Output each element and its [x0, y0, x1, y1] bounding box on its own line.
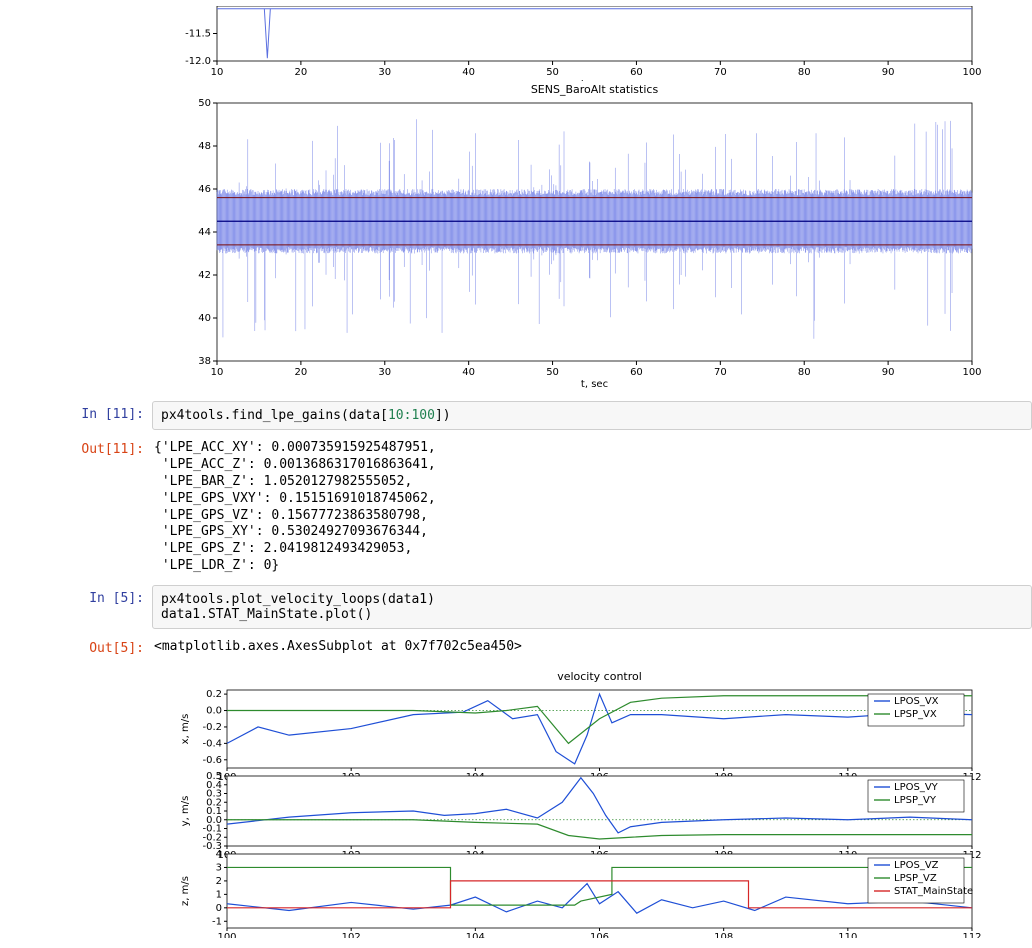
svg-text:-0.2: -0.2	[202, 722, 222, 733]
svg-text:0.5: 0.5	[206, 771, 222, 782]
svg-text:-0.4: -0.4	[202, 738, 222, 749]
svg-text:60: 60	[630, 67, 643, 78]
cell-out-5: Out[5]: <matplotlib.axes.AxesSubplot at …	[44, 635, 1032, 662]
svg-text:LPSP_VX: LPSP_VX	[894, 709, 937, 720]
svg-text:100: 100	[217, 932, 236, 938]
svg-text:80: 80	[798, 367, 811, 378]
svg-text:10: 10	[211, 67, 224, 78]
code-input-5[interactable]: px4tools.plot_velocity_loops(data1) data…	[152, 585, 1032, 629]
svg-text:2: 2	[216, 876, 222, 887]
svg-text:40: 40	[462, 367, 475, 378]
svg-text:38: 38	[198, 356, 211, 367]
svg-text:70: 70	[714, 67, 727, 78]
notebook: -12.0-11.5102030405060708090100t, sec SE…	[0, 6, 1032, 942]
svg-text:90: 90	[882, 367, 895, 378]
svg-text:x, m/s: x, m/s	[180, 714, 191, 745]
svg-text:20: 20	[295, 367, 308, 378]
svg-text:LPOS_VX: LPOS_VX	[894, 696, 939, 707]
svg-text:110: 110	[838, 932, 857, 938]
out-prompt-blank	[44, 6, 152, 18]
subplot-baroalt: SENS_BaroAlt statistics 38 40 42 44 46 48 50 10 2…	[172, 81, 992, 391]
in-prompt-11: In [11]:	[44, 401, 152, 428]
svg-text:90: 90	[882, 67, 895, 78]
in-prompt-5: In [5]:	[44, 585, 152, 612]
svg-text:4: 4	[216, 849, 222, 860]
svg-text:42: 42	[198, 270, 211, 281]
svg-text:LPOS_VY: LPOS_VY	[894, 782, 939, 793]
cell-in-11: In [11]: px4tools.find_lpe_gains(data[10…	[44, 401, 1032, 430]
output-plot-velocity: velocity control -0.6 -0.4 -0.2 0.0 0.2 x, m/s…	[44, 668, 1032, 942]
svg-text:3: 3	[216, 863, 222, 874]
svg-text:-11.5: -11.5	[185, 29, 211, 40]
plot-velocity-area: velocity control -0.6 -0.4 -0.2 0.0 0.2 x, m/s…	[152, 668, 1032, 942]
svg-text:40: 40	[462, 67, 475, 78]
velocity-control-chart: velocity control -0.6 -0.4 -0.2 0.0 0.2 x, m/s…	[172, 668, 992, 938]
svg-text:46: 46	[198, 184, 211, 195]
out-prompt-5: Out[5]:	[44, 635, 152, 662]
plot-baro-area: -12.0 -11.5 10 20 30 40 50 60 70 80 90 100 t, sec SE…	[152, 6, 1032, 395]
svg-text:20: 20	[295, 67, 308, 78]
svg-text:0: 0	[216, 903, 222, 914]
svg-text:50: 50	[546, 367, 559, 378]
svg-text:SENS_BaroAlt statistics: SENS_BaroAlt statistics	[531, 83, 659, 96]
svg-text:30: 30	[378, 67, 391, 78]
cell-in-5: In [5]: px4tools.plot_velocity_loops(dat…	[44, 585, 1032, 629]
svg-text:0.0: 0.0	[206, 706, 222, 717]
svg-text:velocity control: velocity control	[557, 670, 642, 683]
svg-text:100: 100	[962, 367, 981, 378]
output-text-5: <matplotlib.axes.AxesSubplot at 0x7f702c…	[152, 635, 1032, 660]
out-prompt-blank2	[44, 668, 152, 680]
svg-text:LPSP_VY: LPSP_VY	[894, 795, 937, 806]
svg-text:70: 70	[714, 367, 727, 378]
svg-text:-12.0: -12.0	[185, 56, 211, 67]
svg-text:LPSP_VZ: LPSP_VZ	[894, 873, 937, 884]
cell-out-11: Out[11]: {'LPE_ACC_XY': 0.00073591592548…	[44, 436, 1032, 579]
svg-text:80: 80	[798, 67, 811, 78]
svg-text:t, sec: t, sec	[581, 379, 608, 390]
svg-text:48: 48	[198, 141, 211, 152]
svg-text:y, m/s: y, m/s	[180, 796, 191, 827]
subplot-top-cropped: -12.0 -11.5 10 20 30 40 50 60 70 80 90 100 t, sec	[172, 6, 992, 81]
svg-text:STAT_MainState: STAT_MainState	[894, 886, 973, 897]
svg-text:108: 108	[714, 932, 733, 938]
output-text-11: {'LPE_ACC_XY': 0.000735915925487951, 'LP…	[152, 436, 1032, 579]
svg-text:-0.6: -0.6	[202, 755, 222, 766]
svg-text:106: 106	[590, 932, 609, 938]
svg-text:t, sec: t, sec	[581, 79, 608, 81]
svg-text:0.2: 0.2	[206, 689, 222, 700]
svg-text:LPOS_VZ: LPOS_VZ	[894, 860, 939, 871]
svg-text:44: 44	[198, 227, 211, 238]
svg-text:10: 10	[211, 367, 224, 378]
svg-text:-1: -1	[212, 916, 222, 927]
svg-text:40: 40	[198, 313, 211, 324]
output-plot-baro: -12.0 -11.5 10 20 30 40 50 60 70 80 90 100 t, sec SE…	[44, 6, 1032, 395]
svg-text:104: 104	[466, 932, 485, 938]
svg-text:z, m/s: z, m/s	[180, 876, 191, 906]
svg-text:100: 100	[962, 67, 981, 78]
svg-text:102: 102	[342, 932, 361, 938]
svg-text:30: 30	[378, 367, 391, 378]
svg-text:112: 112	[962, 932, 981, 938]
out-prompt-11: Out[11]:	[44, 436, 152, 463]
svg-text:1: 1	[216, 889, 222, 900]
code-input-11[interactable]: px4tools.find_lpe_gains(data[10:100])	[152, 401, 1032, 430]
svg-text:50: 50	[546, 67, 559, 78]
svg-text:60: 60	[630, 367, 643, 378]
svg-text:50: 50	[198, 98, 211, 109]
